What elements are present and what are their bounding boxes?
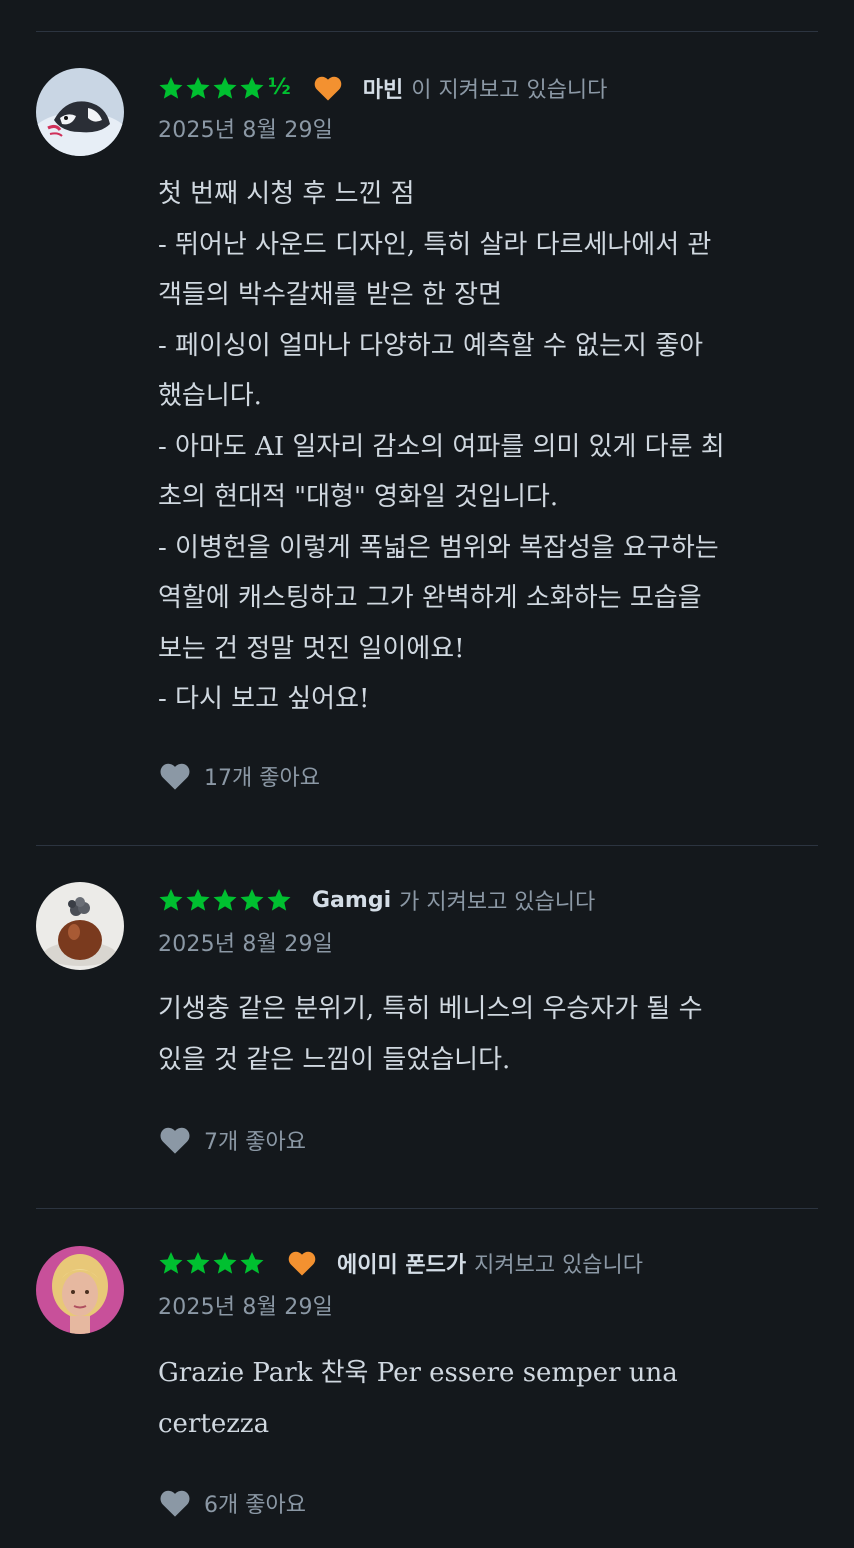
star-icon xyxy=(240,1251,264,1274)
avatar[interactable] xyxy=(36,882,124,970)
review-line: 기생충 같은 분위기, 특히 베니스의 우승자가 될 수 xyxy=(158,994,703,1024)
review-line: 첫 번째 시청 후 느낀 점 xyxy=(158,179,415,209)
review-line: - 뛰어난 사운드 디자인, 특히 살라 다르세나에서 관 xyxy=(158,229,712,260)
star-icon xyxy=(186,1251,210,1274)
review-line: 객들의 박수갈채를 받은 한 장면 xyxy=(158,280,503,310)
half-star: ½ xyxy=(268,75,291,100)
review-line: - 이병헌을 이렇게 폭넓은 범위와 복잡성을 요구하는 xyxy=(158,532,719,563)
star-icon xyxy=(267,888,291,911)
watched-text: 이 지켜보고 있습니다 xyxy=(411,78,608,103)
heart-icon xyxy=(160,1127,190,1154)
star-icon xyxy=(186,888,210,911)
husky-dog-avatar-icon xyxy=(36,68,124,156)
star-rating xyxy=(158,1250,265,1276)
star-icon xyxy=(240,888,264,911)
star-icon xyxy=(159,888,183,911)
star-icon xyxy=(240,76,264,99)
star-icon xyxy=(213,1251,237,1274)
star-icon xyxy=(213,76,237,99)
liked-heart-icon xyxy=(313,74,343,102)
like-count: 7개 좋아요 xyxy=(204,1130,306,1155)
star-icon xyxy=(159,1251,183,1274)
like-button[interactable]: 7개 좋아요 xyxy=(158,1124,306,1156)
review-body: 기생충 같은 분위기, 특히 베니스의 우승자가 될 수 있을 것 같은 느낌이… xyxy=(158,984,818,1085)
review-line: 있을 것 같은 느낌이 들었습니다. xyxy=(158,1044,511,1075)
review-line: - 페이싱이 얼마나 다양하고 예측할 수 없는지 좋아 xyxy=(158,330,704,361)
star-rating: ½ xyxy=(158,75,291,101)
review-divider xyxy=(36,845,818,846)
review-body: Grazie Park 찬욱 Per essere semper una cer… xyxy=(158,1348,818,1449)
review-line: 초의 현대적 "대형" 영화일 것입니다. xyxy=(158,482,559,512)
review-line: - 아마도 AI 일자리 감소의 여파를 의미 있게 다룬 최 xyxy=(158,431,725,462)
star-icon xyxy=(213,888,237,911)
review-date: 2025년 8월 29일 xyxy=(158,118,334,143)
top-divider xyxy=(36,31,818,32)
like-count: 17개 좋아요 xyxy=(204,766,320,791)
review-divider xyxy=(36,1208,818,1209)
review-body: 첫 번째 시청 후 느낀 점 - 뛰어난 사운드 디자인, 특히 살라 다르세나… xyxy=(158,169,818,725)
watched-text: 지켜보고 있습니다 xyxy=(474,1253,644,1278)
watched-text: 가 지켜보고 있습니다 xyxy=(399,890,596,915)
review-line: 보는 건 정말 멋진 일이에요! xyxy=(158,633,465,664)
like-count: 6개 좋아요 xyxy=(204,1493,306,1518)
review-line: - 다시 보고 싶어요! xyxy=(158,684,370,714)
review-date: 2025년 8월 29일 xyxy=(158,932,334,957)
blonde-woman-avatar-icon xyxy=(36,1246,124,1334)
heart-icon xyxy=(160,763,190,790)
review-line: Grazie Park 찬욱 Per essere semper una xyxy=(158,1358,678,1388)
review-line: 했습니다. xyxy=(158,381,262,411)
author-name[interactable]: 마빈 xyxy=(363,72,403,104)
like-button[interactable]: 6개 좋아요 xyxy=(158,1487,306,1519)
like-button[interactable]: 17개 좋아요 xyxy=(158,760,320,792)
star-rating xyxy=(158,887,292,913)
avatar[interactable] xyxy=(36,68,124,156)
avatar[interactable] xyxy=(36,1246,124,1334)
review-date: 2025년 8월 29일 xyxy=(158,1295,334,1320)
review-line: certezza xyxy=(158,1408,270,1439)
star-icon xyxy=(186,76,210,99)
review-line: 역할에 캐스팅하고 그가 완벽하게 소화하는 모습을 xyxy=(158,583,702,613)
liked-heart-icon xyxy=(287,1249,317,1277)
star-icon xyxy=(159,76,183,99)
author-name[interactable]: Gamgi xyxy=(312,888,391,913)
author-name[interactable]: 에이미 폰드가 xyxy=(337,1247,466,1279)
dessert-avatar-icon xyxy=(36,882,124,970)
heart-icon xyxy=(160,1490,190,1517)
